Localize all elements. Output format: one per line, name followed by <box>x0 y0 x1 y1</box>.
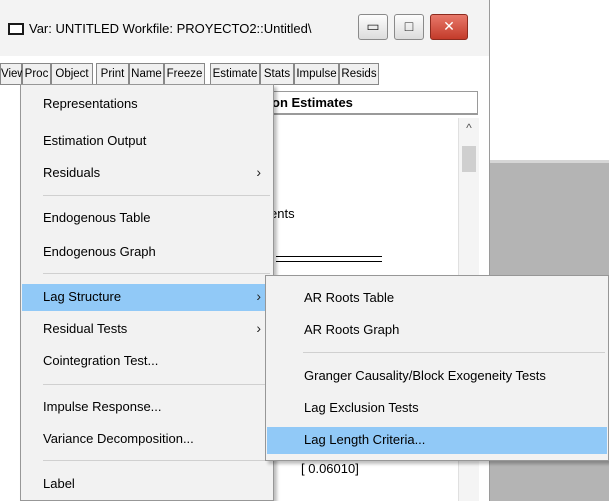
close-button[interactable]: ✕ <box>430 14 468 40</box>
close-icon: ✕ <box>443 18 455 34</box>
window-title: Var: UNTITLED Workfile: PROYECTO2::Untit… <box>29 21 312 36</box>
menu-item-ar-roots-table[interactable]: AR Roots Table <box>267 285 607 312</box>
menu-item-residual-tests[interactable]: Residual Tests › <box>22 316 272 343</box>
output-fragment-value: [ 0.06010] <box>301 461 359 476</box>
estimate-button[interactable]: Estimate <box>210 63 260 85</box>
title-bar[interactable]: Var: UNTITLED Workfile: PROYECTO2::Untit… <box>0 0 489 56</box>
chevron-right-icon: › <box>256 164 261 180</box>
resids-button[interactable]: Resids <box>339 63 379 85</box>
window-icon <box>8 23 24 35</box>
double-rule <box>276 256 382 262</box>
name-button[interactable]: Name <box>129 63 164 85</box>
toolbar: View Proc Object Print Name Freeze Estim… <box>0 63 489 85</box>
chevron-right-icon: › <box>256 320 261 336</box>
menu-item-impulse-response[interactable]: Impulse Response... <box>22 394 272 421</box>
menu-item-lag-exclusion-tests[interactable]: Lag Exclusion Tests <box>267 395 607 422</box>
view-button[interactable]: View <box>0 63 26 85</box>
scroll-up-icon[interactable]: ^ <box>459 121 479 135</box>
menu-item-estimation-output[interactable]: Estimation Output <box>22 128 272 155</box>
menu-item-endogenous-graph[interactable]: Endogenous Graph <box>22 239 272 266</box>
estimates-header-label: on Estimates <box>272 95 353 110</box>
maximize-button[interactable]: □ <box>394 14 424 40</box>
menu-item-label[interactable]: Label <box>22 471 272 498</box>
menu-separator <box>43 195 270 196</box>
menu-item-residuals[interactable]: Residuals › <box>22 160 272 187</box>
object-button[interactable]: Object <box>51 63 93 85</box>
menu-item-ar-roots-graph[interactable]: AR Roots Graph <box>267 317 607 344</box>
scroll-thumb[interactable] <box>462 146 476 172</box>
impulse-button[interactable]: Impulse <box>294 63 339 85</box>
menu-item-lag-length-criteria[interactable]: Lag Length Criteria... <box>267 427 607 454</box>
background-edge <box>489 160 609 163</box>
menu-item-lag-structure[interactable]: Lag Structure › <box>22 284 272 311</box>
proc-button[interactable]: Proc <box>22 63 51 85</box>
menu-item-granger-causality[interactable]: Granger Causality/Block Exogeneity Tests <box>267 363 607 390</box>
menu-separator <box>43 273 270 274</box>
maximize-icon: □ <box>404 18 414 34</box>
menu-item-variance-decomposition[interactable]: Variance Decomposition... <box>22 426 272 453</box>
menu-separator <box>43 460 270 461</box>
stats-button[interactable]: Stats <box>260 63 294 85</box>
menu-separator <box>43 384 270 385</box>
minimize-icon: ▭ <box>366 18 380 34</box>
menu-item-cointegration-test[interactable]: Cointegration Test... <box>22 348 272 375</box>
print-button[interactable]: Print <box>96 63 129 85</box>
menu-item-endogenous-table[interactable]: Endogenous Table <box>22 205 272 232</box>
estimates-header: on Estimates <box>269 91 478 115</box>
menu-separator <box>303 352 605 353</box>
menu-item-representations[interactable]: Representations <box>22 91 272 118</box>
chevron-right-icon: › <box>256 288 261 304</box>
view-menu: Representations Estimation Output Residu… <box>20 84 274 501</box>
freeze-button[interactable]: Freeze <box>164 63 205 85</box>
lag-structure-submenu: AR Roots Table AR Roots Graph Granger Ca… <box>265 275 609 461</box>
minimize-button[interactable]: ▭ <box>358 14 388 40</box>
